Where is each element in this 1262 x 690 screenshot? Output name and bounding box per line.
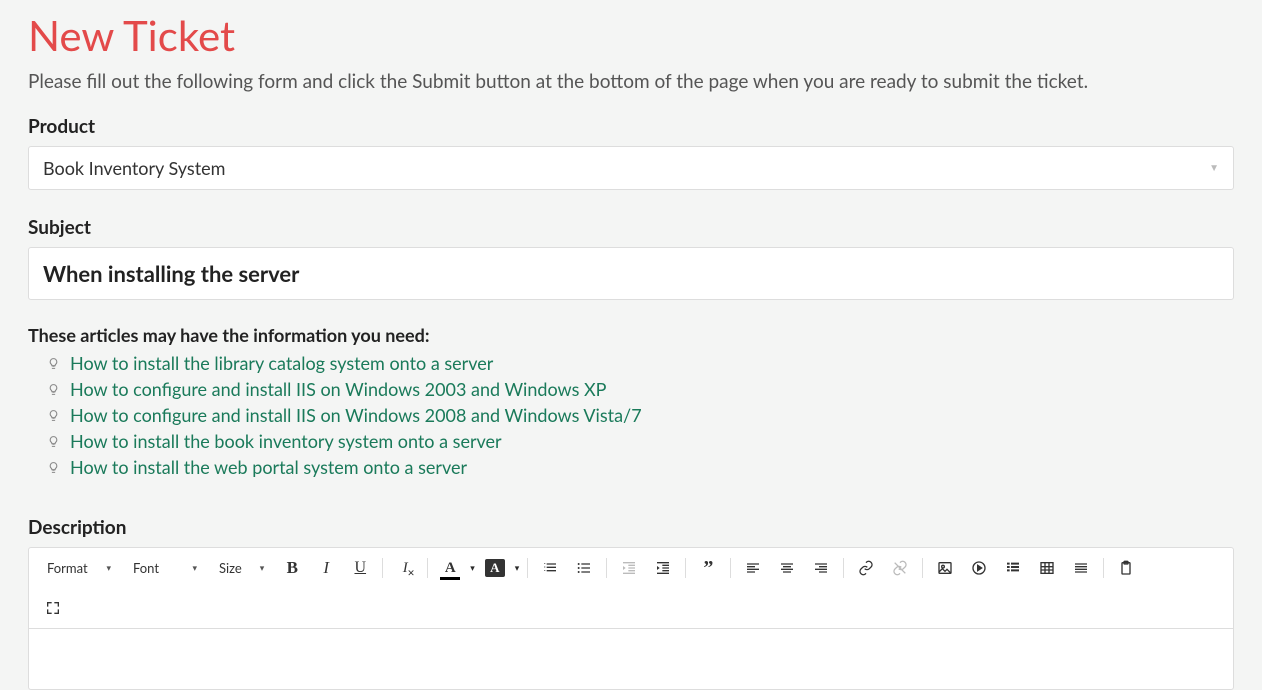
size-dropdown-label: Size <box>219 560 242 576</box>
editor-toolbar: Format ▾ Font ▾ Size ▾ B I U I✕ A ▾ A ▾ <box>29 548 1233 629</box>
list-item: How to configure and install IIS on Wind… <box>46 404 1234 426</box>
intro-text: Please fill out the following form and c… <box>28 70 1234 93</box>
video-button[interactable] <box>963 554 995 582</box>
suggestion-link[interactable]: How to install the web portal system ont… <box>70 456 467 478</box>
bulb-icon <box>46 461 60 474</box>
suggestions-heading: These articles may have the information … <box>28 324 1234 346</box>
bulb-icon <box>46 357 60 370</box>
format-dropdown[interactable]: Format ▾ <box>37 556 121 580</box>
separator <box>843 558 844 578</box>
chevron-down-icon: ▾ <box>260 562 265 574</box>
italic-button[interactable]: I <box>310 554 342 582</box>
blockquote-button[interactable]: ” <box>692 554 724 582</box>
embed-button[interactable] <box>997 554 1029 582</box>
bulb-icon <box>46 383 60 396</box>
list-item: How to install the library catalog syste… <box>46 352 1234 374</box>
separator <box>685 558 686 578</box>
product-selected-value: Book Inventory System <box>43 157 225 179</box>
list-item: How to configure and install IIS on Wind… <box>46 378 1234 400</box>
background-color-button[interactable]: A <box>479 554 511 582</box>
subject-input[interactable] <box>28 247 1234 300</box>
image-button[interactable] <box>929 554 961 582</box>
bulb-icon <box>46 435 60 448</box>
size-dropdown[interactable]: Size ▾ <box>209 556 274 580</box>
separator <box>730 558 731 578</box>
suggestion-link[interactable]: How to install the library catalog syste… <box>70 352 493 374</box>
description-editor-body[interactable] <box>29 629 1233 689</box>
separator <box>1103 558 1104 578</box>
separator <box>382 558 383 578</box>
product-label: Product <box>28 115 1234 138</box>
align-left-button[interactable] <box>737 554 769 582</box>
background-color-dropdown[interactable]: ▾ <box>513 562 522 574</box>
unordered-list-button[interactable] <box>568 554 600 582</box>
bold-button[interactable]: B <box>276 554 308 582</box>
align-right-button[interactable] <box>805 554 837 582</box>
fullscreen-button[interactable] <box>37 594 69 622</box>
horizontal-rule-button[interactable] <box>1065 554 1097 582</box>
link-button[interactable] <box>850 554 882 582</box>
text-color-dropdown[interactable]: ▾ <box>468 562 477 574</box>
bulb-icon <box>46 409 60 422</box>
clear-formatting-button[interactable]: I✕ <box>389 554 421 582</box>
subject-label: Subject <box>28 216 1234 239</box>
unlink-button[interactable] <box>884 554 916 582</box>
separator <box>527 558 528 578</box>
separator <box>427 558 428 578</box>
separator <box>606 558 607 578</box>
page-title: New Ticket <box>28 10 1234 60</box>
format-dropdown-label: Format <box>47 560 88 576</box>
suggestion-link[interactable]: How to install the book inventory system… <box>70 430 502 452</box>
table-button[interactable] <box>1031 554 1063 582</box>
separator <box>922 558 923 578</box>
outdent-button[interactable] <box>613 554 645 582</box>
underline-button[interactable]: U <box>344 554 376 582</box>
chevron-down-icon: ▾ <box>106 562 111 574</box>
paste-button[interactable] <box>1110 554 1142 582</box>
list-item: How to install the web portal system ont… <box>46 456 1234 478</box>
suggestion-link[interactable]: How to configure and install IIS on Wind… <box>70 378 607 400</box>
description-label: Description <box>28 516 1234 539</box>
font-dropdown-label: Font <box>133 560 159 576</box>
suggestion-link[interactable]: How to configure and install IIS on Wind… <box>70 404 642 426</box>
rich-text-editor: Format ▾ Font ▾ Size ▾ B I U I✕ A ▾ A ▾ <box>28 547 1234 690</box>
align-center-button[interactable] <box>771 554 803 582</box>
list-item: How to install the book inventory system… <box>46 430 1234 452</box>
product-select[interactable]: Book Inventory System ▼ <box>28 146 1234 190</box>
indent-button[interactable] <box>647 554 679 582</box>
suggestions-list: How to install the library catalog syste… <box>28 352 1234 478</box>
font-dropdown[interactable]: Font ▾ <box>123 556 207 580</box>
text-color-button[interactable]: A <box>434 554 466 582</box>
ordered-list-button[interactable] <box>534 554 566 582</box>
chevron-down-icon: ▾ <box>192 562 197 574</box>
chevron-down-icon: ▼ <box>1209 162 1219 174</box>
